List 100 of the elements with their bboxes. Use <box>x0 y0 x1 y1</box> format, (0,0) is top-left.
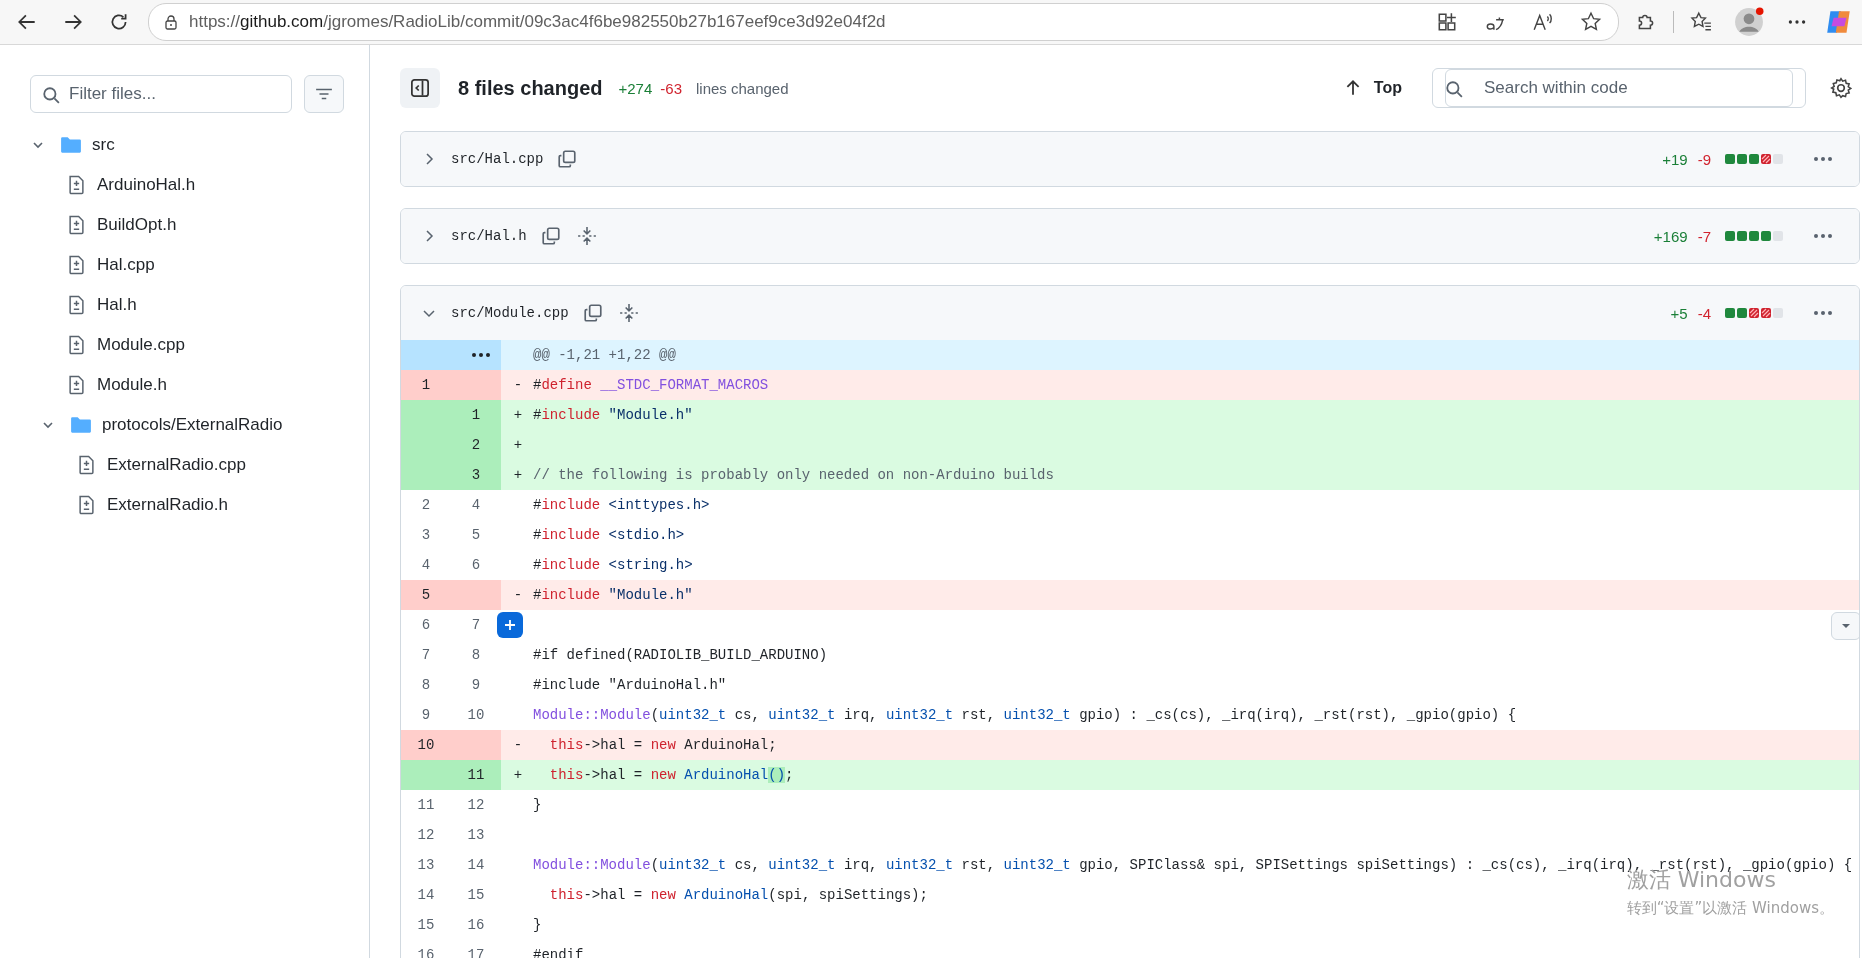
file-path[interactable]: src/Module.cpp <box>451 305 569 321</box>
code-line: #include <inttypes.h> <box>533 497 710 513</box>
file-diff-icon <box>78 455 95 475</box>
add-comment-button[interactable] <box>497 612 523 638</box>
file-diff-icon <box>78 495 95 515</box>
expand-all-icon[interactable] <box>618 303 639 323</box>
read-aloud-icon[interactable] <box>1532 11 1554 33</box>
lines-changed-label: lines changed <box>696 79 789 97</box>
hunk-header: @@ -1,21 +1,22 @@ <box>533 347 676 363</box>
line-number-cell-text: 13 <box>466 826 486 845</box>
line-number-cell: 10 <box>401 730 451 760</box>
file-diff-icon <box>68 375 85 395</box>
copy-icon[interactable] <box>540 226 561 246</box>
toggle-sidebar-button[interactable] <box>400 68 440 108</box>
line-number-cell-text: 4 <box>420 556 432 575</box>
code-line: #include "Module.h" <box>533 587 693 603</box>
line-number-cell-text: 2 <box>420 496 432 515</box>
file-path[interactable]: src/Hal.h <box>451 228 527 244</box>
line-number-cell <box>451 580 501 610</box>
star-icon[interactable] <box>1580 11 1602 33</box>
line-number-cell-text: 4 <box>470 496 482 515</box>
diff-sign: - <box>513 737 523 753</box>
url-text: https://github.com/jgromes/RadioLib/commit/09c3ac4f6be982550b27b167eef9ce3d92e04f2d <box>189 12 886 32</box>
line-number-cell-text: 9 <box>470 676 482 695</box>
more-options-icon[interactable] <box>1813 233 1833 239</box>
line-number-cell-text: 14 <box>416 886 436 905</box>
line-number-cell-text: 15 <box>466 886 486 905</box>
copy-icon[interactable] <box>582 303 603 323</box>
line-number-cell <box>451 370 501 400</box>
lock-icon[interactable] <box>163 14 179 30</box>
line-number-cell-text: 3 <box>420 526 432 545</box>
code-line: // the following is probably only needed on non-Arduino builds <box>533 467 1054 483</box>
code-line: #include <string.h> <box>533 557 693 573</box>
settings-icon[interactable] <box>1830 77 1852 99</box>
line-number-cell: 1 <box>451 400 501 430</box>
code-line: Module::Module(uint32_t cs, uint32_t irq, uint32_t rst, uint32_t gpio) : _cs(cs), _irq(irq), _rst(rst), _gpio(gpio) { <box>533 707 1517 723</box>
line-number-cell: 3 <box>451 460 501 490</box>
folder-icon <box>70 416 92 434</box>
tree-file[interactable]: Hal.h <box>30 285 344 325</box>
tree-folder[interactable]: protocols/ExternalRadio <box>30 405 344 445</box>
line-number-cell: 5 <box>401 580 451 610</box>
tree-file[interactable]: BuildOpt.h <box>30 205 344 245</box>
diff-sign: - <box>513 377 523 393</box>
tree-file[interactable]: Hal.cpp <box>30 245 344 285</box>
line-number-cell: 1 <box>401 370 451 400</box>
additions-count: +5 <box>1670 304 1688 322</box>
top-button[interactable]: Top <box>1337 78 1408 98</box>
more-options-icon[interactable] <box>1813 310 1833 316</box>
line-number-cell-text: 15 <box>416 916 436 935</box>
file-diff-icon <box>68 335 85 355</box>
file-path[interactable]: src/Hal.cpp <box>451 151 544 167</box>
line-number-cell-text: 9 <box>420 706 432 725</box>
line-number-cell: 11 <box>451 760 501 790</box>
line-number-cell-text: 14 <box>466 856 486 875</box>
plus-icon <box>502 617 518 633</box>
line-number-cell-text: 6 <box>420 616 432 635</box>
expand-all-icon[interactable] <box>576 226 597 246</box>
address-bar[interactable]: https://github.com/jgromes/RadioLib/commit/09c3ac4f6be982550b27b167eef9ce3d92e04f2d <box>148 3 1619 41</box>
diff-sign: - <box>513 587 523 603</box>
profile-avatar-icon[interactable] <box>1734 7 1764 37</box>
search-icon <box>1445 80 1463 98</box>
tree-file[interactable]: Module.cpp <box>30 325 344 365</box>
more-options-icon[interactable] <box>1813 156 1833 162</box>
files-changed-title: 8 files changed <box>458 76 603 100</box>
line-number-cell-text: 12 <box>466 796 486 815</box>
tree-file[interactable]: ExternalRadio.h <box>30 485 344 525</box>
deletions-count: -7 <box>1697 227 1711 245</box>
copy-icon[interactable] <box>557 149 578 169</box>
file-diff-icon <box>68 215 85 235</box>
filter-files-field[interactable]: Filter files... <box>30 75 292 113</box>
favorites-icon[interactable] <box>1690 11 1712 33</box>
tree-file[interactable]: Module.h <box>30 365 344 405</box>
app-grid-icon[interactable] <box>1436 11 1458 33</box>
code-line: } <box>533 797 542 813</box>
line-number-cell-text: 5 <box>470 526 482 545</box>
code-line: #include <stdio.h> <box>533 527 685 543</box>
code-line: this->hal = new ArduinoHal(); <box>548 767 794 783</box>
tree-folder[interactable]: src <box>30 125 344 165</box>
caret-icon <box>1841 623 1851 629</box>
line-number-cell-text: 16 <box>466 916 486 935</box>
code-line: } <box>533 917 542 933</box>
search-code-field[interactable]: Search within code <box>1445 69 1793 107</box>
line-number-cell-text: 12 <box>416 826 436 845</box>
code-line: this->hal = new ArduinoHal(spi, spiSettings); <box>548 887 928 903</box>
folder-icon <box>60 136 82 154</box>
diff-sign: + <box>513 437 523 453</box>
line-number-cell-text: 10 <box>466 706 486 725</box>
line-number-cell-text: 11 <box>416 796 436 815</box>
tree-file[interactable]: ExternalRadio.cpp <box>30 445 344 485</box>
deletions-count: -4 <box>1697 304 1711 322</box>
additions-count: +169 <box>1653 227 1688 245</box>
expand-hunk-icon[interactable] <box>471 352 491 358</box>
line-number-cell-text: 7 <box>470 616 482 635</box>
filter-options-button[interactable] <box>304 75 344 113</box>
line-number-cell-text: 8 <box>470 646 482 665</box>
diff-sign: + <box>513 767 523 783</box>
tree-file[interactable]: ArduinoHal.h <box>30 165 344 205</box>
code-line: this->hal = new ArduinoHal; <box>548 737 777 753</box>
line-number-cell: 2 <box>451 430 501 460</box>
sidebar-icon <box>410 78 430 98</box>
